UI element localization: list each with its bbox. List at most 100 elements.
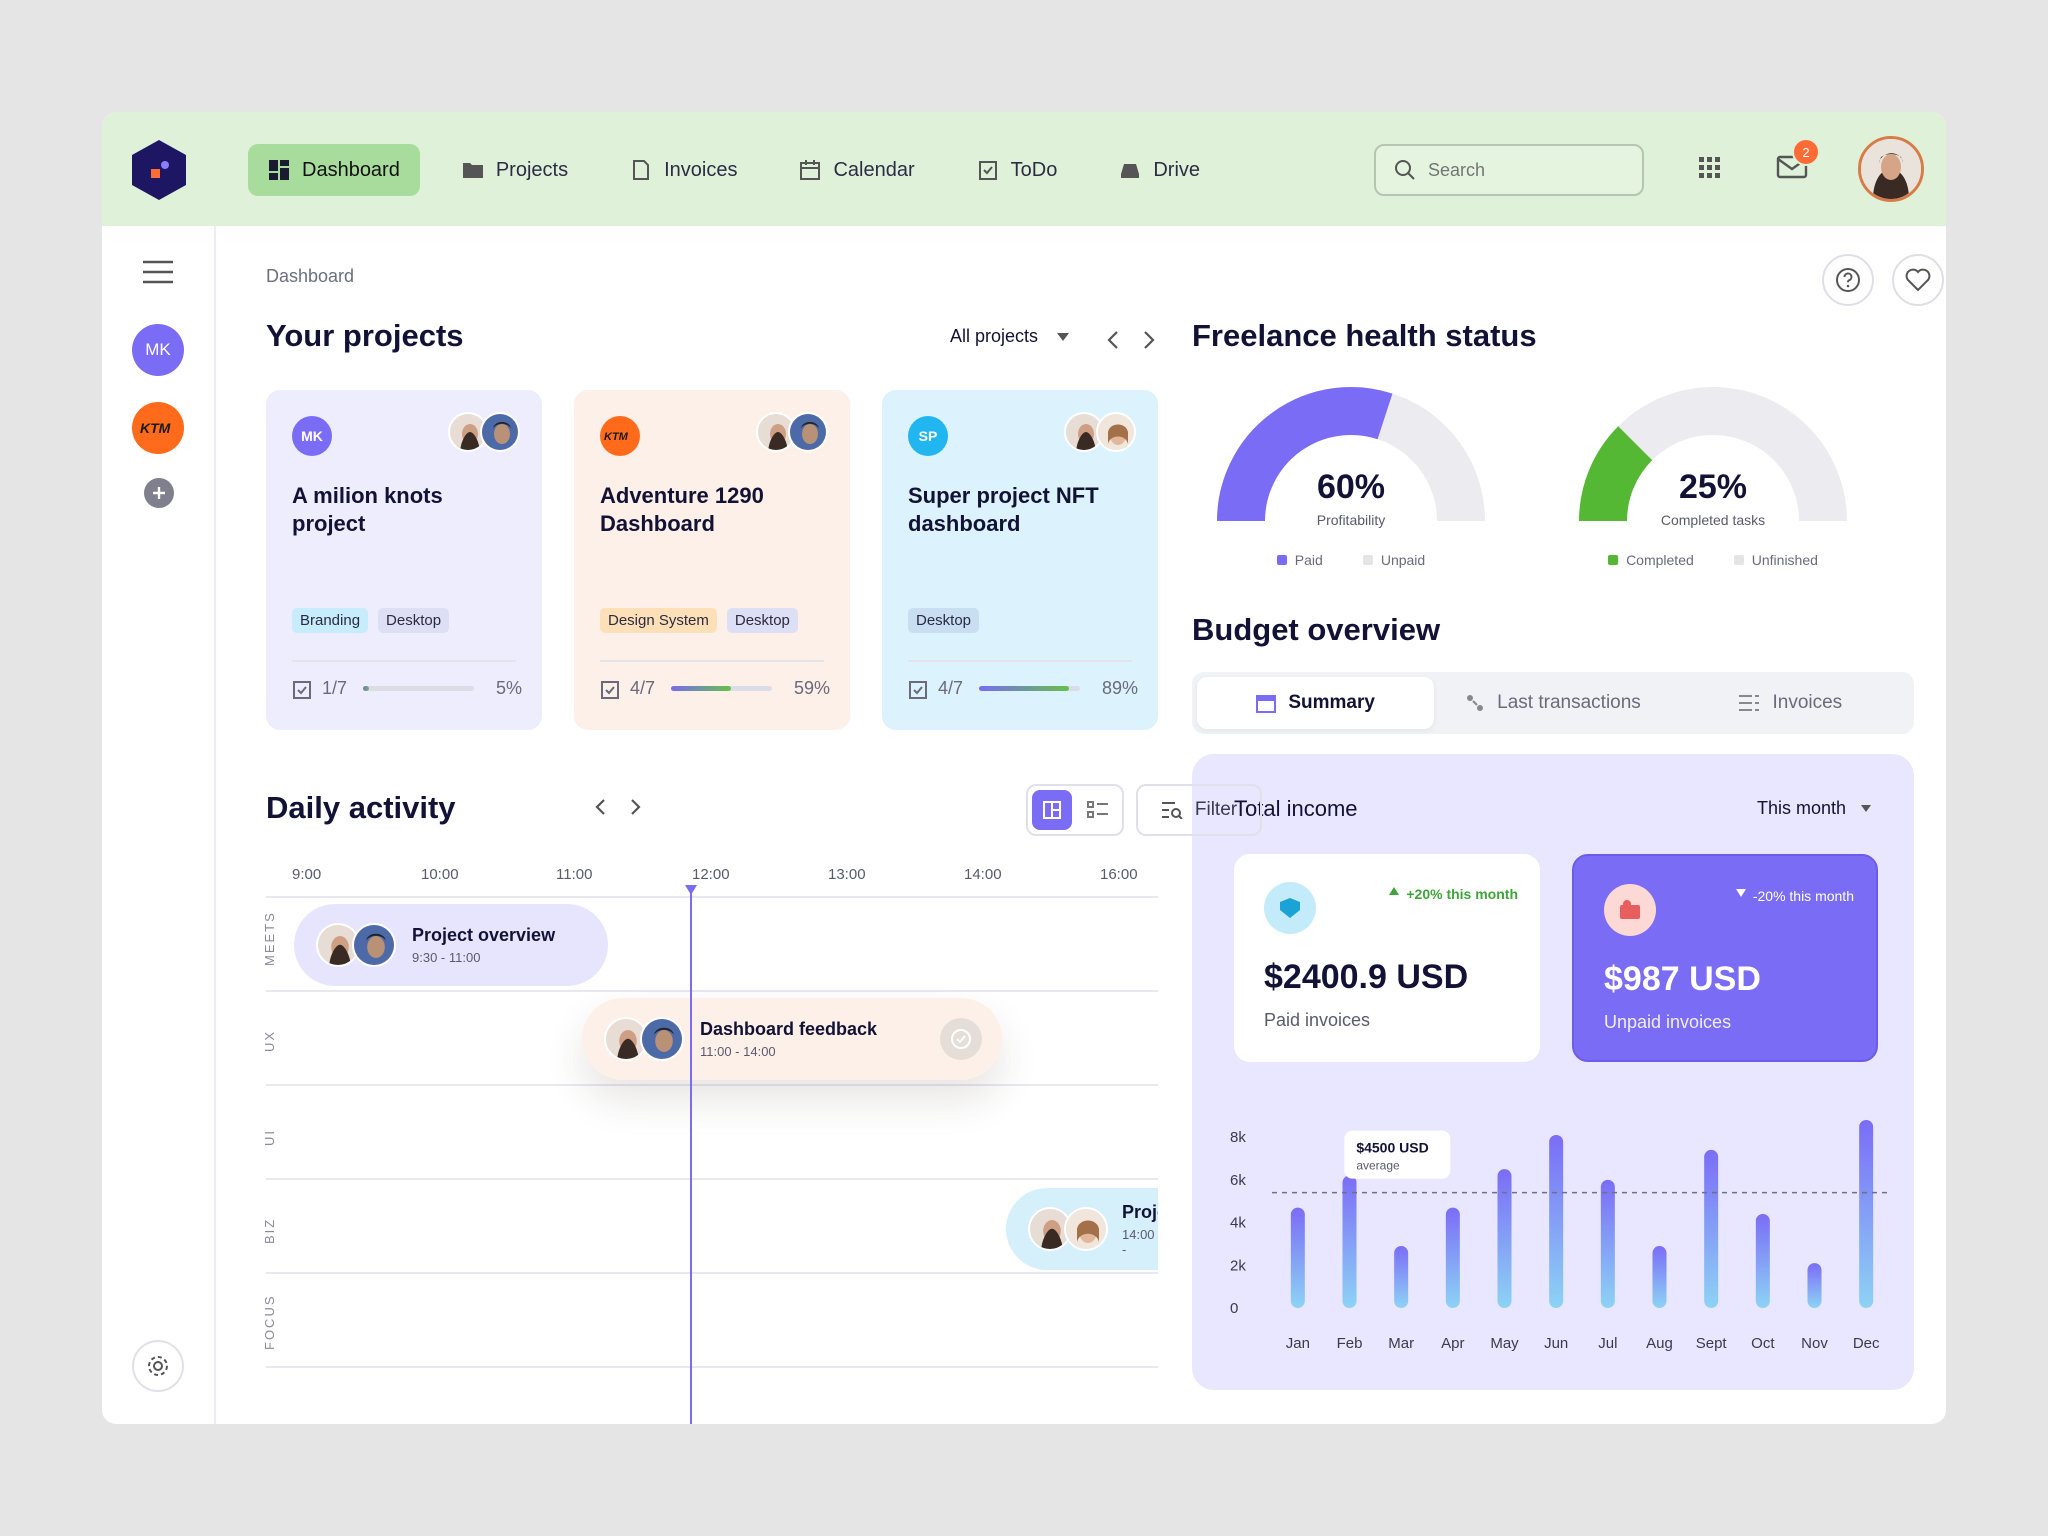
project-tags: Branding Desktop: [292, 608, 450, 633]
project-stats: 4/7 59%: [600, 678, 830, 699]
paid-invoices-card[interactable]: +20% this month $2400.9 USD Paid invoice…: [1234, 854, 1540, 1062]
legend-item: Paid: [1276, 552, 1323, 568]
avatar: [1096, 412, 1136, 452]
tab-last-transactions[interactable]: Last transactions: [1434, 677, 1671, 729]
user-avatar[interactable]: [1858, 136, 1924, 202]
list-view-button[interactable]: [1078, 790, 1118, 830]
tooltip-amount: $4500 USD: [1356, 1140, 1428, 1156]
bar: [1755, 1214, 1770, 1308]
legend-item: Unpaid: [1362, 552, 1425, 568]
unpaid-invoices-card[interactable]: -20% this month $987 USD Unpaid invoices: [1572, 854, 1878, 1062]
board-icon: [1043, 801, 1061, 819]
filter-button[interactable]: Filter: [1136, 784, 1262, 836]
help-button[interactable]: [1822, 254, 1874, 306]
nav-todo[interactable]: ToDo: [957, 144, 1078, 196]
app-window: Dashboard Projects Invoices Calendar ToD…: [102, 112, 1946, 1424]
projects-prev-icon[interactable]: [1106, 330, 1120, 350]
x-tick-label: Oct: [1751, 1335, 1775, 1352]
project-members: [448, 412, 520, 452]
y-tick-label: 4k: [1230, 1215, 1246, 1232]
filter-label: Filter: [1194, 799, 1238, 820]
project-tags: Desktop: [908, 608, 980, 633]
event-members: [1028, 1207, 1108, 1251]
tab-summary[interactable]: Summary: [1197, 677, 1435, 729]
nav-calendar[interactable]: Calendar: [779, 144, 934, 196]
lane-divider: [266, 1366, 1158, 1368]
project-stats: 4/7 89%: [908, 678, 1138, 699]
nav-projects[interactable]: Projects: [442, 144, 588, 196]
checklist-view-icon: [1087, 801, 1108, 818]
legend-dot: [1362, 555, 1373, 565]
unpaid-change-text: -20% this month: [1752, 888, 1854, 904]
bar: [1394, 1246, 1409, 1308]
project-title: Adventure 1290 Dashboard: [600, 483, 764, 536]
filter-icon: [1161, 802, 1183, 819]
paid-label: Paid invoices: [1264, 1010, 1371, 1030]
nav-drive[interactable]: Drive: [1099, 144, 1220, 196]
menu-icon[interactable]: [142, 260, 174, 284]
favorite-button[interactable]: [1892, 254, 1944, 306]
main-nav: Dashboard Projects Invoices Calendar ToD…: [248, 144, 1238, 196]
search-box[interactable]: [1374, 144, 1644, 196]
workspace-mk[interactable]: MK: [132, 324, 184, 376]
period-dropdown[interactable]: This month: [1757, 798, 1872, 819]
avatar: [788, 412, 828, 452]
health-heading: Freelance health status: [1192, 318, 1537, 353]
tooltip-label: average: [1356, 1159, 1400, 1173]
x-tick-label: Apr: [1441, 1335, 1464, 1352]
project-card[interactable]: SP Super project NFT dashboard Desktop 4…: [882, 390, 1158, 730]
event-project-overview[interactable]: Project overview 9:30 - 11:00: [294, 904, 608, 986]
search-input[interactable]: [1428, 159, 1608, 181]
event-time: 9:30 - 11:00: [412, 950, 481, 965]
nav-dashboard[interactable]: Dashboard: [248, 144, 420, 196]
tab-label: Last transactions: [1497, 692, 1641, 713]
add-workspace-button[interactable]: [144, 478, 174, 508]
event-dashboard-feedback[interactable]: Dashboard feedback 11:00 - 14:00: [582, 998, 1002, 1080]
y-tick-label: 6k: [1230, 1172, 1246, 1189]
top-bar: Dashboard Projects Invoices Calendar ToD…: [102, 112, 1946, 226]
apps-grid-icon[interactable]: [1698, 156, 1722, 180]
y-tick-label: 2k: [1230, 1257, 1246, 1274]
event-time: 14:00 -: [1122, 1226, 1155, 1257]
mail-button[interactable]: 2: [1776, 138, 1820, 182]
task-check-icon: [293, 680, 311, 699]
event-project-biz[interactable]: Proje 14:00 -: [1006, 1188, 1158, 1270]
gauge-label: Completed tasks: [1660, 512, 1766, 528]
workspace-ktm[interactable]: KTM: [132, 402, 184, 454]
tab-invoices[interactable]: Invoices: [1672, 677, 1909, 729]
projects-filter-dropdown[interactable]: All projects: [950, 326, 1070, 347]
paid-amount: $2400.9 USD: [1264, 958, 1469, 996]
clock-check-icon: [951, 1029, 971, 1049]
task-check-icon: [909, 680, 927, 699]
app-logo[interactable]: [130, 139, 188, 201]
project-card[interactable]: KTM Adventure 1290 Dashboard Design Syst…: [574, 390, 850, 730]
invoice-alert-icon: [1620, 900, 1640, 919]
unpaid-amount: $987 USD: [1604, 960, 1761, 998]
event-status-button[interactable]: [940, 1018, 982, 1060]
hour-label: 10:00: [421, 866, 459, 883]
bar: [1652, 1246, 1667, 1308]
projects-next-icon[interactable]: [1142, 330, 1156, 350]
bar: [1549, 1134, 1564, 1308]
project-badge: MK: [292, 416, 332, 456]
bar: [1497, 1169, 1512, 1308]
grid-view-button[interactable]: [1032, 790, 1072, 830]
x-tick-label: Dec: [1853, 1335, 1880, 1352]
activity-next-icon[interactable]: [630, 798, 642, 816]
nav-invoices[interactable]: Invoices: [610, 144, 757, 196]
hour-label: 16:00: [1100, 866, 1138, 883]
activity-prev-icon[interactable]: [594, 798, 606, 816]
task-count: 4/7: [938, 678, 964, 698]
gauge-value: 25%: [1678, 468, 1748, 506]
legend-item: Unfinished: [1733, 552, 1818, 568]
ktm-logo: KTM: [140, 420, 171, 436]
settings-button[interactable]: [132, 1340, 184, 1392]
nav-label: Drive: [1153, 158, 1201, 181]
progress-fill: [979, 686, 1069, 691]
x-tick-label: Jan: [1286, 1335, 1310, 1352]
project-card[interactable]: MK A milion knots project Branding Deskt…: [266, 390, 542, 730]
hour-label: 11:00: [556, 866, 593, 883]
drive-icon: [1121, 164, 1140, 178]
progress-percent: 59%: [793, 678, 830, 698]
mail-badge: 2: [1792, 138, 1820, 166]
